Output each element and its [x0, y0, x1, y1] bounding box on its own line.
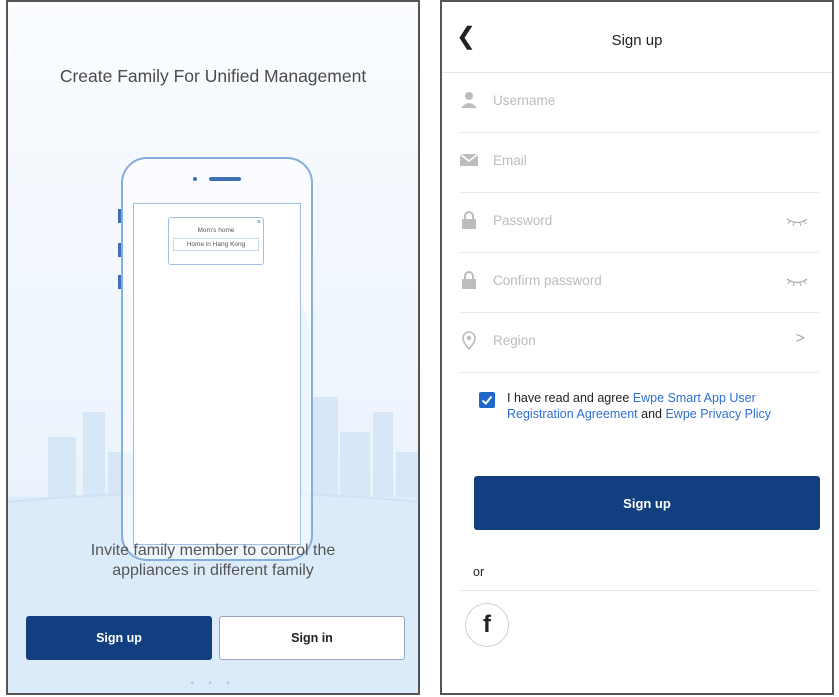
- agreement-text: I have read and agree Ewpe Smart App Use…: [507, 390, 819, 422]
- envelope-icon: [459, 153, 479, 166]
- eye-closed-icon[interactable]: [785, 216, 809, 228]
- password-placeholder: Password: [493, 213, 553, 228]
- divider: [459, 590, 819, 591]
- email-placeholder: Email: [493, 153, 527, 168]
- signup-submit-button[interactable]: Sign up: [474, 476, 820, 530]
- page-title: Sign up: [611, 32, 663, 49]
- description-line: Invite family member to control the: [90, 542, 336, 559]
- confirm-password-field[interactable]: Confirm password: [459, 252, 819, 313]
- family-item: Home in Hang Kong: [173, 238, 259, 251]
- onboarding-screen: Create Family For Unified Management × M…: [6, 0, 420, 695]
- chevron-right-icon: >: [795, 330, 805, 347]
- facebook-icon[interactable]: f: [465, 603, 509, 647]
- lock-icon: [462, 271, 476, 289]
- password-field[interactable]: Password: [459, 192, 819, 253]
- description-line: appliances in different family: [112, 562, 314, 579]
- privacy-policy-link[interactable]: Ewpe Privacy Plicy: [665, 407, 771, 421]
- popup-close-icon: ×: [256, 219, 261, 226]
- location-pin-icon: [462, 331, 476, 350]
- onboarding-description: Invite family member to control the appl…: [8, 541, 418, 581]
- family-item: Mom's home: [197, 227, 235, 234]
- region-field[interactable]: Region >: [459, 312, 819, 373]
- phone-speaker: [209, 177, 241, 181]
- phone-camera: [193, 177, 197, 181]
- onboarding-headline: Create Family For Unified Management: [59, 66, 367, 86]
- agreement-checkbox[interactable]: [479, 392, 495, 408]
- username-placeholder: Username: [493, 93, 556, 108]
- family-selector-popup: × Mom's home Home in Hang Kong: [168, 217, 264, 265]
- confirm-password-placeholder: Confirm password: [493, 273, 602, 288]
- region-placeholder: Region: [493, 333, 536, 348]
- page-indicator: • • •: [190, 678, 236, 688]
- agreement-and: and: [641, 407, 662, 421]
- top-bar: ❮ Sign up: [442, 2, 832, 73]
- username-field[interactable]: Username: [459, 72, 819, 133]
- agreement-prefix: I have read and agree: [507, 391, 630, 405]
- lock-icon: [462, 211, 476, 229]
- signup-screen: ❮ Sign up Username Email Password Confir…: [440, 0, 834, 695]
- email-field[interactable]: Email: [459, 132, 819, 193]
- signin-button[interactable]: Sign in: [219, 616, 405, 660]
- signup-button[interactable]: Sign up: [26, 616, 212, 660]
- facebook-letter: f: [483, 611, 491, 638]
- or-divider-label: or: [473, 565, 485, 579]
- eye-closed-icon[interactable]: [785, 276, 809, 288]
- user-icon: [461, 92, 477, 108]
